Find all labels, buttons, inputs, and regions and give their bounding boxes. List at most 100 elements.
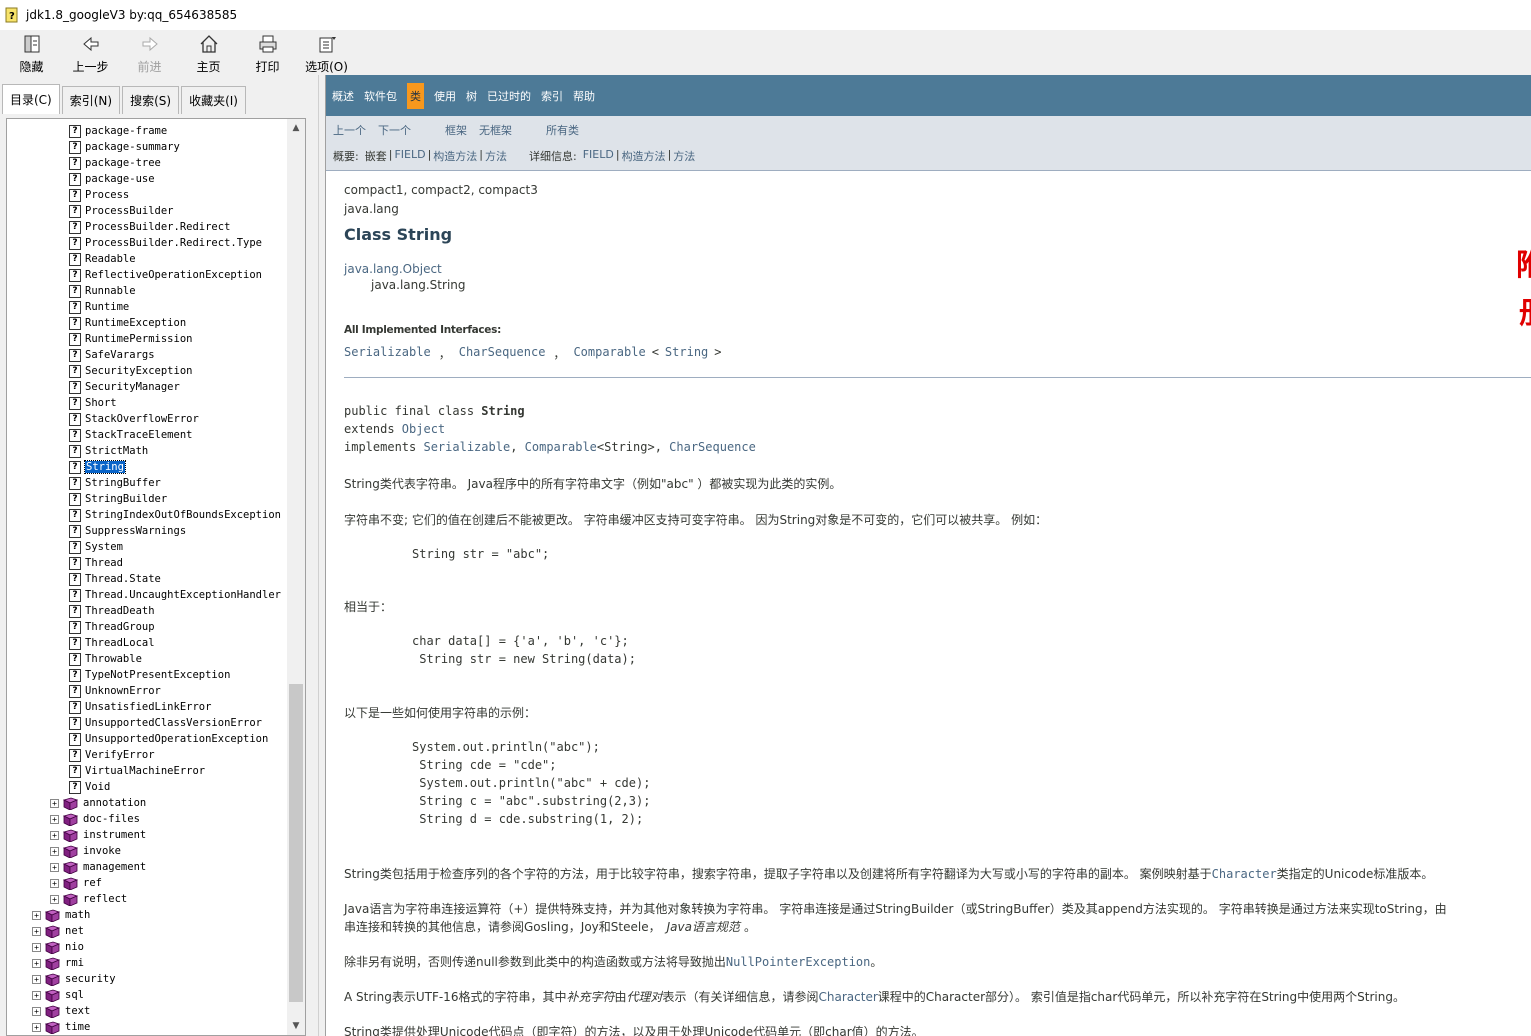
tree-class-item[interactable]: ? ThreadDeath (69, 603, 155, 619)
hide-button[interactable]: 隐藏 (2, 30, 61, 75)
tree-class-item[interactable]: ? RuntimePermission (69, 331, 192, 347)
tree-class-item[interactable]: ? Void (69, 779, 110, 795)
tree-class-item[interactable]: ? StringIndexOutOfBoundsException (69, 507, 281, 523)
iface-charsequence-link[interactable]: CharSequence (459, 345, 546, 362)
tree-class-item[interactable]: ? StackOverflowError (69, 411, 199, 427)
tree-class-item[interactable]: ? UnsupportedClassVersionError (69, 715, 262, 731)
tree-class-item[interactable]: ? TypeNotPresentException (69, 667, 230, 683)
tree-class-item[interactable]: ? Readable (69, 251, 136, 267)
expand-icon[interactable]: + (32, 1022, 41, 1032)
character-link[interactable]: Character (1212, 867, 1277, 881)
expand-icon[interactable]: + (50, 814, 59, 824)
summary-constr-link[interactable]: 构造方法 (433, 148, 477, 164)
npe-link[interactable]: NullPointerException (726, 955, 871, 969)
expand-icon[interactable]: + (50, 846, 59, 856)
nav-tree[interactable]: 树 (466, 88, 477, 104)
tree-class-item[interactable]: ? VirtualMachineError (69, 763, 205, 779)
tree-class-item[interactable]: ? ThreadLocal (69, 635, 155, 651)
frames-link[interactable]: 框架 (445, 122, 467, 138)
decl-charsequence-link[interactable]: CharSequence (669, 440, 756, 454)
detail-field-link[interactable]: FIELD (583, 148, 614, 164)
summary-method-link[interactable]: 方法 (485, 148, 507, 164)
expand-icon[interactable]: + (50, 798, 59, 808)
tree-package-item[interactable]: + instrument (50, 827, 146, 843)
expand-icon[interactable]: + (32, 1006, 41, 1016)
expand-icon[interactable]: + (32, 910, 41, 920)
expand-icon[interactable]: + (32, 974, 41, 984)
tree-class-item[interactable]: ? System (69, 539, 123, 555)
summary-field-link[interactable]: FIELD (394, 148, 425, 164)
nav-package[interactable]: 软件包 (364, 88, 397, 104)
tree-class-item[interactable]: ? Thread.UncaughtExceptionHandler (69, 587, 281, 603)
tree-class-item[interactable]: ? ReflectiveOperationException (69, 267, 262, 283)
tab-contents[interactable]: 目录(C) (2, 84, 60, 114)
tree-package-item[interactable]: + text (32, 1003, 90, 1019)
tree-package-item[interactable]: + math (32, 907, 90, 923)
tree-package-item[interactable]: + sql (32, 987, 84, 1003)
tree-class-item[interactable]: ? UnsupportedOperationException (69, 731, 268, 747)
tree-class-item[interactable]: ? RuntimeException (69, 315, 186, 331)
tree-package-item[interactable]: + ref (50, 875, 102, 891)
tree-package-item[interactable]: + rmi (32, 955, 84, 971)
detail-constr-link[interactable]: 构造方法 (622, 148, 666, 164)
tree-class-item[interactable]: ? package-summary (69, 139, 180, 155)
iface-string-link[interactable]: String (665, 345, 708, 362)
tree-package-item[interactable]: + security (32, 971, 116, 987)
tab-favorites[interactable]: 收藏夹(I) (181, 86, 246, 114)
tree-class-item[interactable]: ? ThreadGroup (69, 619, 155, 635)
expand-icon[interactable]: + (32, 990, 41, 1000)
tree-class-item[interactable]: ? Short (69, 395, 117, 411)
decl-comparable-link[interactable]: Comparable (525, 440, 597, 454)
tree-class-item[interactable]: ? ProcessBuilder.Redirect.Type (69, 235, 262, 251)
tree-class-item[interactable]: ? ProcessBuilder.Redirect (69, 219, 230, 235)
tree-scrollbar[interactable]: ▲ ▼ (287, 119, 305, 1035)
noframes-link[interactable]: 无框架 (479, 122, 512, 138)
superclass-link[interactable]: java.lang.Object (344, 262, 442, 276)
tree-class-item[interactable]: ? Throwable (69, 651, 142, 667)
decl-object-link[interactable]: Object (402, 422, 445, 436)
pane-splitter[interactable] (318, 75, 324, 1036)
forward-button[interactable]: 前进 (120, 30, 179, 75)
tree-package-item[interactable]: + annotation (50, 795, 146, 811)
tree-class-item[interactable]: ? SecurityManager (69, 379, 180, 395)
tree-class-item[interactable]: ? ProcessBuilder (69, 203, 174, 219)
tab-search[interactable]: 搜索(S) (122, 86, 180, 114)
tree-class-item[interactable]: ? UnknownError (69, 683, 161, 699)
tree-class-item[interactable]: ? Process (69, 187, 129, 203)
nav-overview[interactable]: 概述 (332, 88, 354, 104)
scroll-down-icon[interactable]: ▼ (287, 1017, 305, 1035)
tree-class-item[interactable]: ? StringBuilder (69, 491, 167, 507)
tree-class-item[interactable]: ? VerifyError (69, 747, 155, 763)
tree-class-item[interactable]: ? package-tree (69, 155, 161, 171)
tree-class-item[interactable]: ? SafeVarargs (69, 347, 155, 363)
tree-package-item[interactable]: + reflect (50, 891, 127, 907)
nav-use[interactable]: 使用 (434, 88, 456, 104)
expand-icon[interactable]: + (50, 894, 59, 904)
expand-icon[interactable]: + (50, 830, 59, 840)
tree-class-item[interactable]: ? StackTraceElement (69, 427, 192, 443)
scroll-thumb[interactable] (289, 684, 303, 1002)
tree-package-item[interactable]: + invoke (50, 843, 121, 859)
next-class-link[interactable]: 下一个 (378, 122, 411, 138)
tree-class-item[interactable]: ? package-frame (69, 123, 167, 139)
tree-class-item[interactable]: ? SecurityException (69, 363, 192, 379)
tree-package-item[interactable]: + net (32, 923, 84, 939)
tree-class-item[interactable]: ? StrictMath (69, 443, 148, 459)
expand-icon[interactable]: + (50, 878, 59, 888)
expand-icon[interactable]: + (50, 862, 59, 872)
iface-serializable-link[interactable]: Serializable (344, 345, 431, 362)
tree-class-item[interactable]: ? Runnable (69, 283, 136, 299)
nav-help[interactable]: 帮助 (573, 88, 595, 104)
tree-package-item[interactable]: + nio (32, 939, 84, 955)
expand-icon[interactable]: + (32, 958, 41, 968)
character-class-link[interactable]: Character (819, 990, 878, 1004)
tree-class-item[interactable]: ? Runtime (69, 299, 129, 315)
expand-icon[interactable]: + (32, 942, 41, 952)
back-button[interactable]: 上一步 (61, 30, 120, 75)
options-button[interactable]: 选项(O) (297, 30, 356, 75)
contents-tree[interactable]: ? package-frame? package-summary? package-t… (6, 118, 306, 1036)
tree-class-item[interactable]: ? UnsatisfiedLinkError (69, 699, 211, 715)
tree-package-item[interactable]: + management (50, 859, 146, 875)
nav-deprecated[interactable]: 已过时的 (487, 88, 531, 104)
detail-method-link[interactable]: 方法 (673, 148, 695, 164)
